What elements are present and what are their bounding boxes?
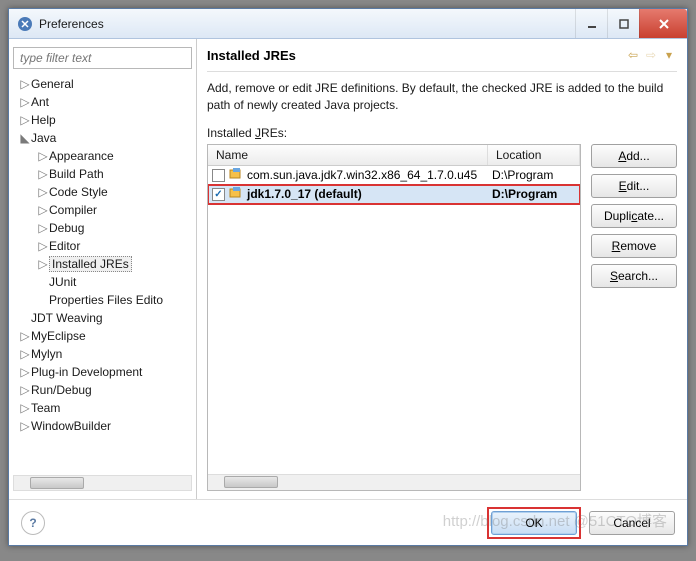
window-title: Preferences bbox=[39, 17, 575, 31]
jre-icon bbox=[229, 167, 243, 184]
cancel-button[interactable]: Cancel bbox=[589, 511, 675, 535]
tree-item-editor[interactable]: ▷Editor bbox=[13, 237, 192, 255]
expand-icon[interactable]: ▷ bbox=[19, 383, 31, 397]
tree-item-java[interactable]: ◢Java bbox=[13, 129, 192, 147]
jre-icon bbox=[229, 186, 243, 203]
expand-icon[interactable]: ▷ bbox=[19, 95, 31, 109]
tree-item-label: Compiler bbox=[49, 203, 97, 217]
tree-item-label: JDT Weaving bbox=[31, 311, 103, 325]
preferences-window: Preferences ▷General▷Ant▷Help◢Java▷Appea… bbox=[8, 8, 688, 546]
expand-icon[interactable]: ▷ bbox=[19, 365, 31, 379]
expand-icon[interactable]: ▷ bbox=[37, 167, 49, 181]
tree-item-label: Build Path bbox=[49, 167, 104, 181]
tree-item-label: WindowBuilder bbox=[31, 419, 111, 433]
tree-item-label: Run/Debug bbox=[31, 383, 92, 397]
expand-icon[interactable]: ▷ bbox=[19, 113, 31, 127]
expand-icon[interactable]: ▷ bbox=[19, 329, 31, 343]
row-location: D:\Program bbox=[492, 168, 576, 182]
remove-button[interactable]: Remove bbox=[591, 234, 677, 258]
add-button[interactable]: Add... bbox=[591, 144, 677, 168]
tree-item-label: Code Style bbox=[49, 185, 108, 199]
row-location: D:\Program bbox=[492, 187, 576, 201]
tree-item-debug[interactable]: ▷Debug bbox=[13, 219, 192, 237]
tree-item-label: Mylyn bbox=[31, 347, 62, 361]
tree-item-label: Help bbox=[31, 113, 56, 127]
tree-item-label: Team bbox=[31, 401, 60, 415]
maximize-button[interactable] bbox=[607, 9, 639, 38]
page-title: Installed JREs bbox=[207, 48, 625, 63]
tree-item-myeclipse[interactable]: ▷MyEclipse bbox=[13, 327, 192, 345]
titlebar[interactable]: Preferences bbox=[9, 9, 687, 39]
expand-icon[interactable]: ▷ bbox=[19, 77, 31, 91]
expand-icon[interactable]: ▷ bbox=[37, 149, 49, 163]
back-icon[interactable]: ⇦ bbox=[625, 47, 641, 63]
sidebar-scrollbar[interactable] bbox=[13, 475, 192, 491]
expand-icon[interactable]: ▷ bbox=[37, 221, 49, 235]
edit-button[interactable]: Edit... bbox=[591, 174, 677, 198]
expand-icon[interactable]: ▷ bbox=[37, 257, 49, 271]
expand-icon[interactable]: ▷ bbox=[37, 203, 49, 217]
tree-item-label: MyEclipse bbox=[31, 329, 86, 343]
tree-item-team[interactable]: ▷Team bbox=[13, 399, 192, 417]
expand-icon[interactable]: ▷ bbox=[19, 419, 31, 433]
row-name: jdk1.7.0_17 (default) bbox=[247, 187, 362, 201]
tree-item-label: Plug-in Development bbox=[31, 365, 142, 379]
search-button[interactable]: Search... bbox=[591, 264, 677, 288]
footer: ? OK Cancel bbox=[9, 499, 687, 545]
close-button[interactable] bbox=[639, 9, 687, 38]
tree-item-help[interactable]: ▷Help bbox=[13, 111, 192, 129]
filter-input[interactable] bbox=[13, 47, 192, 69]
expand-icon[interactable]: ▷ bbox=[19, 401, 31, 415]
tree-item-jdt-weaving[interactable]: JDT Weaving bbox=[13, 309, 192, 327]
app-icon bbox=[17, 16, 33, 32]
checkbox[interactable] bbox=[212, 169, 225, 182]
tree-item-label: Debug bbox=[49, 221, 84, 235]
tree-item-label: Ant bbox=[31, 95, 49, 109]
tree-item-properties-files-edito[interactable]: Properties Files Edito bbox=[13, 291, 192, 309]
tree-item-label: JUnit bbox=[49, 275, 76, 289]
table-row[interactable]: jdk1.7.0_17 (default) D:\Program bbox=[208, 185, 580, 204]
tree-item-run-debug[interactable]: ▷Run/Debug bbox=[13, 381, 192, 399]
main-panel: Installed JREs ⇦ ⇨ ▾ Add, remove or edit… bbox=[197, 39, 687, 499]
tree-item-installed-jres[interactable]: ▷Installed JREs bbox=[13, 255, 192, 273]
column-location[interactable]: Location bbox=[488, 145, 580, 165]
expand-icon[interactable]: ▷ bbox=[37, 239, 49, 253]
tree-item-plug-in-development[interactable]: ▷Plug-in Development bbox=[13, 363, 192, 381]
tree-item-label: Editor bbox=[49, 239, 80, 253]
ok-highlight: OK bbox=[487, 507, 581, 539]
jre-table[interactable]: Name Location com.sun.java.jdk7.win32.x8… bbox=[207, 144, 581, 491]
duplicate-button[interactable]: Duplicate... bbox=[591, 204, 677, 228]
tree-item-windowbuilder[interactable]: ▷WindowBuilder bbox=[13, 417, 192, 435]
table-row[interactable]: com.sun.java.jdk7.win32.x86_64_1.7.0.u45… bbox=[208, 166, 580, 185]
page-description: Add, remove or edit JRE definitions. By … bbox=[207, 80, 677, 114]
tree[interactable]: ▷General▷Ant▷Help◢Java▷Appearance▷Build … bbox=[13, 75, 192, 471]
tree-item-code-style[interactable]: ▷Code Style bbox=[13, 183, 192, 201]
list-label: Installed JREs: bbox=[207, 126, 677, 140]
tree-item-appearance[interactable]: ▷Appearance bbox=[13, 147, 192, 165]
minimize-button[interactable] bbox=[575, 9, 607, 38]
tree-item-label: Installed JREs bbox=[49, 256, 132, 272]
ok-button[interactable]: OK bbox=[491, 511, 577, 535]
expand-icon[interactable]: ▷ bbox=[19, 347, 31, 361]
tree-item-label: Appearance bbox=[49, 149, 114, 163]
column-name[interactable]: Name bbox=[208, 145, 488, 165]
menu-icon[interactable]: ▾ bbox=[661, 47, 677, 63]
tree-item-general[interactable]: ▷General bbox=[13, 75, 192, 93]
row-name: com.sun.java.jdk7.win32.x86_64_1.7.0.u45 bbox=[247, 168, 477, 182]
tree-item-junit[interactable]: JUnit bbox=[13, 273, 192, 291]
table-scrollbar[interactable] bbox=[208, 474, 580, 490]
tree-item-label: Java bbox=[31, 131, 56, 145]
tree-item-label: Properties Files Edito bbox=[49, 293, 163, 307]
expand-icon[interactable]: ◢ bbox=[19, 131, 31, 145]
expand-icon[interactable]: ▷ bbox=[37, 185, 49, 199]
checkbox[interactable] bbox=[212, 188, 225, 201]
tree-item-compiler[interactable]: ▷Compiler bbox=[13, 201, 192, 219]
tree-item-mylyn[interactable]: ▷Mylyn bbox=[13, 345, 192, 363]
sidebar: ▷General▷Ant▷Help◢Java▷Appearance▷Build … bbox=[9, 39, 197, 499]
forward-icon[interactable]: ⇨ bbox=[643, 47, 659, 63]
help-icon[interactable]: ? bbox=[21, 511, 45, 535]
tree-item-ant[interactable]: ▷Ant bbox=[13, 93, 192, 111]
tree-item-build-path[interactable]: ▷Build Path bbox=[13, 165, 192, 183]
tree-item-label: General bbox=[31, 77, 74, 91]
